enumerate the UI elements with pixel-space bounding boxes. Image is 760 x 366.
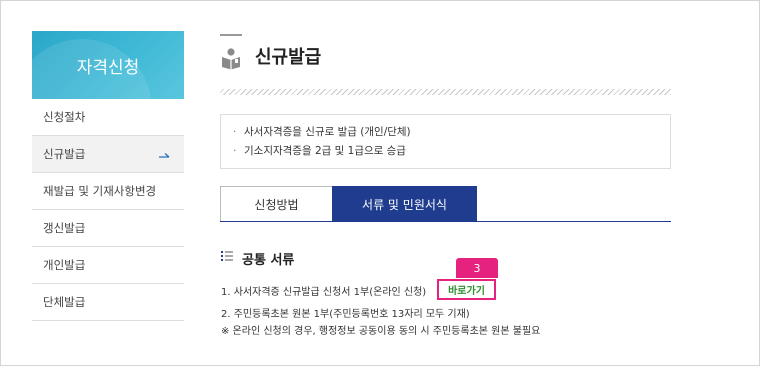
active-arrow-icon	[159, 153, 170, 158]
info-text: 기소지자격증을 2급 및 1급으로 승급	[244, 145, 406, 157]
tab-label: 서류 및 민원서식	[362, 197, 447, 212]
sidebar-item-label: 단체발급	[43, 295, 86, 309]
tab-label: 신청방법	[254, 197, 299, 212]
sidebar-item-new-issue[interactable]: 신규발급	[32, 136, 184, 173]
sidebar-item-label: 갱신발급	[43, 221, 86, 235]
info-line: · 기소지자격증을 2급 및 1급으로 승급	[233, 142, 670, 161]
sidebar-item-reissue[interactable]: 재발급 및 기재사항변경	[32, 173, 184, 210]
info-line: · 사서자격증을 신규로 발급 (개인/단체)	[233, 123, 670, 142]
sidebar-item-label: 신규발급	[43, 147, 86, 161]
document-item: 1. 사서자격증 신규발급 신청서 1부(온라인 신청)	[221, 287, 427, 298]
step-badge: 3	[456, 258, 498, 278]
tab-underline	[220, 221, 671, 222]
page-title: 신규발급	[255, 47, 322, 68]
sidebar-heading-label: 자격신청	[76, 57, 140, 78]
tab-how-to-apply[interactable]: 신청방법	[220, 186, 332, 222]
sidebar-item-label: 신청절차	[43, 110, 86, 124]
sidebar-item-group[interactable]: 단체발급	[32, 284, 184, 321]
sidebar-item-renewal[interactable]: 갱신발급	[32, 210, 184, 247]
list-icon	[221, 251, 233, 261]
go-button-label: 바로가기	[448, 286, 485, 297]
sidebar-heading: 자격신청	[32, 31, 184, 99]
title-accent-bar	[220, 34, 242, 36]
sidebar-item-label: 재발급 및 기재사항변경	[43, 184, 157, 198]
document-note: ※ 온라인 신청의 경우, 행정정보 공동이용 동의 시 주민등록초본 원본 불…	[221, 326, 541, 337]
info-text: 사서자격증을 신규로 발급 (개인/단체)	[244, 126, 411, 138]
sidebar-menu: 신청절차 신규발급 재발급 및 기재사항변경 갱신발급 개인발급 단체발급	[32, 99, 184, 321]
sidebar-item-label: 개인발급	[43, 258, 86, 272]
reading-person-icon	[222, 48, 240, 70]
go-button[interactable]: 바로가기	[437, 279, 496, 300]
info-box: · 사서자격증을 신규로 발급 (개인/단체) · 기소지자격증을 2급 및 1급으…	[220, 114, 671, 169]
hatched-divider	[220, 89, 671, 95]
sidebar-item-apply-procedure[interactable]: 신청절차	[32, 99, 184, 136]
section-title: 공통 서류	[242, 253, 295, 268]
document-item: 2. 주민등록초본 원본 1부(주민등록번호 13자리 모두 기재)	[221, 309, 470, 320]
tab-documents-forms[interactable]: 서류 및 민원서식	[332, 186, 477, 222]
sidebar-item-individual[interactable]: 개인발급	[32, 247, 184, 284]
